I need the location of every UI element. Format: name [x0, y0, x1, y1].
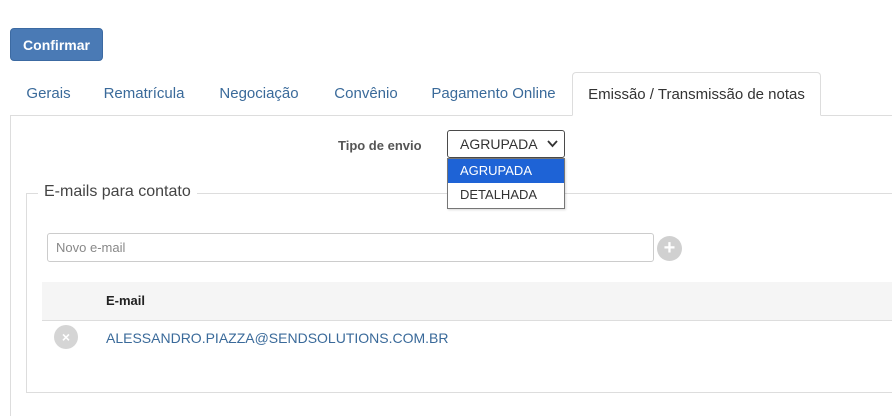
confirm-button[interactable]: Confirmar	[10, 28, 103, 61]
tipo-envio-dropdown: AGRUPADA DETALHADA	[447, 158, 565, 209]
tipo-envio-select[interactable]: AGRUPADA	[447, 130, 565, 158]
new-email-input[interactable]	[47, 233, 654, 262]
tipo-envio-label: Tipo de envio	[338, 138, 422, 153]
option-agrupada[interactable]: AGRUPADA	[448, 159, 564, 183]
tab-emissao-transmissao[interactable]: Emissão / Transmissão de notas	[572, 72, 821, 116]
option-detalhada[interactable]: DETALHADA	[448, 183, 564, 207]
emails-legend: E-mails para contato	[38, 183, 197, 201]
add-email-button[interactable]: +	[657, 236, 682, 261]
tab-gerais[interactable]: Gerais	[10, 72, 87, 115]
tab-bar: Gerais Rematrícula Negociação Convênio P…	[10, 72, 892, 116]
close-icon: ×	[61, 329, 71, 345]
tipo-envio-value: AGRUPADA	[460, 136, 538, 152]
table-row: × ALESSANDRO.PIAZZA@SENDSOLUTIONS.COM.BR	[42, 321, 892, 353]
tab-convenio[interactable]: Convênio	[318, 72, 414, 115]
email-value[interactable]: ALESSANDRO.PIAZZA@SENDSOLUTIONS.COM.BR	[106, 330, 449, 346]
remove-email-button[interactable]: ×	[54, 325, 78, 349]
tab-rematricula[interactable]: Rematrícula	[88, 72, 200, 115]
column-header-email: E-mail	[106, 293, 146, 308]
tab-pagamento-online[interactable]: Pagamento Online	[415, 72, 572, 115]
plus-icon: +	[663, 237, 676, 259]
tab-negociacao[interactable]: Negociação	[201, 72, 317, 115]
emails-table-header: E-mail	[42, 282, 892, 321]
